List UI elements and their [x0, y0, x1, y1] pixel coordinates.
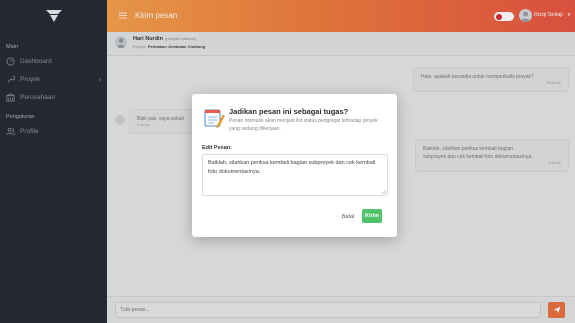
confirm-send-button[interactable]: Kirim	[362, 209, 382, 223]
edit-message-textarea[interactable]: Baiklah, silahkan periksa kembali bagian…	[202, 154, 388, 196]
cancel-button[interactable]: Batal	[338, 210, 358, 223]
resize-handle-icon[interactable]	[381, 189, 386, 194]
dialog-description: Pesan otomatis akan menjadi list status …	[229, 118, 378, 132]
task-dialog: Jadikan pesan ini sebagai tugas? Pesan o…	[192, 94, 397, 237]
dialog-title: Jadikan pesan ini sebagai tugas?	[229, 107, 349, 116]
edit-message-label: Edit Pesan:	[202, 145, 232, 151]
task-list-icon	[204, 109, 225, 128]
